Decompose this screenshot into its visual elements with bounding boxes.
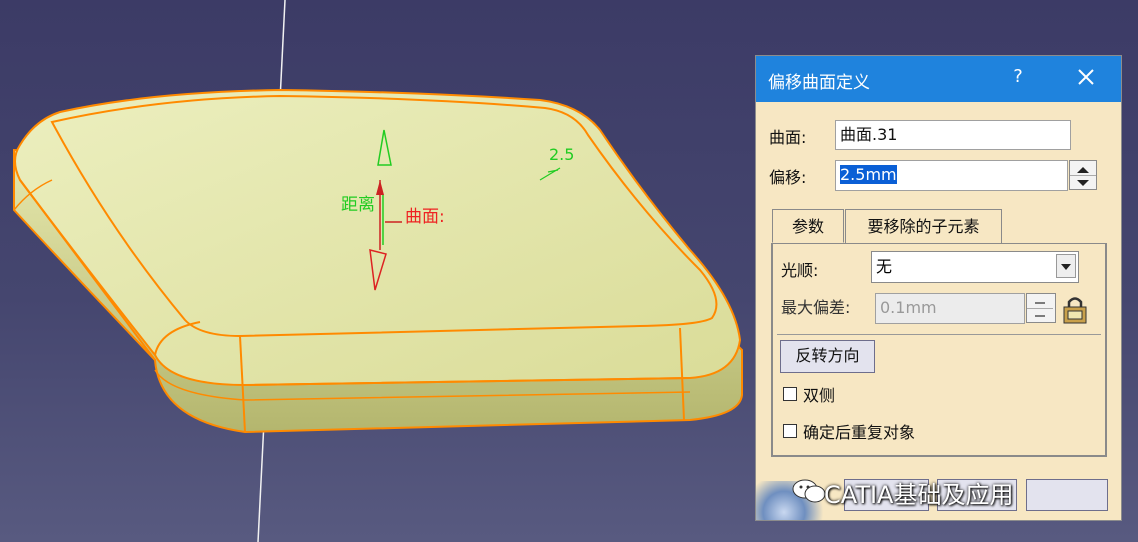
preview-button[interactable] <box>1026 479 1108 511</box>
offset-value-annotation: 2.5 <box>549 145 574 164</box>
offset-field[interactable]: 2.5mm <box>835 160 1068 191</box>
smoothing-label: 光顺: <box>781 261 819 280</box>
part-top-surface <box>14 88 742 387</box>
surface-field[interactable]: 曲面.31 <box>835 120 1071 150</box>
chevron-down-icon[interactable] <box>1056 254 1076 278</box>
watermark-text: CATIA基础及应用 <box>824 481 1014 509</box>
spinner-up-icon[interactable] <box>1070 161 1096 176</box>
offset-value: 2.5mm <box>840 165 897 184</box>
repeat-checkbox[interactable] <box>783 424 797 438</box>
tab-remove-subelements[interactable]: 要移除的子元素 <box>845 209 1002 243</box>
help-button[interactable]: ? <box>1008 66 1028 87</box>
distance-label: 距离 <box>341 195 375 215</box>
smoothing-value: 无 <box>876 257 893 276</box>
offset-label: 偏移: <box>769 168 807 187</box>
parameters-panel: 光顺: 无 最大偏差: 0.1mm 反转方向 双侧 确定后重复对象 <box>771 243 1107 457</box>
repeat-label: 确定后重复对象 <box>803 423 916 442</box>
tab-parameters[interactable]: 参数 <box>772 209 844 243</box>
both-sides-checkbox[interactable] <box>783 387 797 401</box>
surface-annotation: 曲面: <box>405 207 445 227</box>
close-icon[interactable] <box>1074 64 1098 90</box>
both-sides-label: 双侧 <box>803 386 836 405</box>
wechat-icon <box>791 478 827 504</box>
max-deviation-label: 最大偏差: <box>781 298 851 317</box>
max-deviation-field: 0.1mm <box>875 293 1025 324</box>
spinner-down-icon[interactable] <box>1070 175 1096 189</box>
smoothing-select[interactable]: 无 <box>871 251 1079 283</box>
deviation-spinner <box>1026 293 1056 323</box>
dialog-title: 偏移曲面定义 <box>768 73 870 93</box>
surface-label: 曲面: <box>769 128 807 147</box>
offset-surface-dialog: 偏移曲面定义 ? 曲面: 曲面.31 偏移: 2.5mm 参数 要移除的子元素 … <box>755 55 1122 521</box>
reverse-direction-button[interactable]: 反转方向 <box>780 340 875 373</box>
offset-spinner[interactable] <box>1069 160 1097 190</box>
lock-icon[interactable] <box>1060 294 1092 326</box>
dialog-titlebar[interactable]: 偏移曲面定义 ? <box>756 56 1121 102</box>
